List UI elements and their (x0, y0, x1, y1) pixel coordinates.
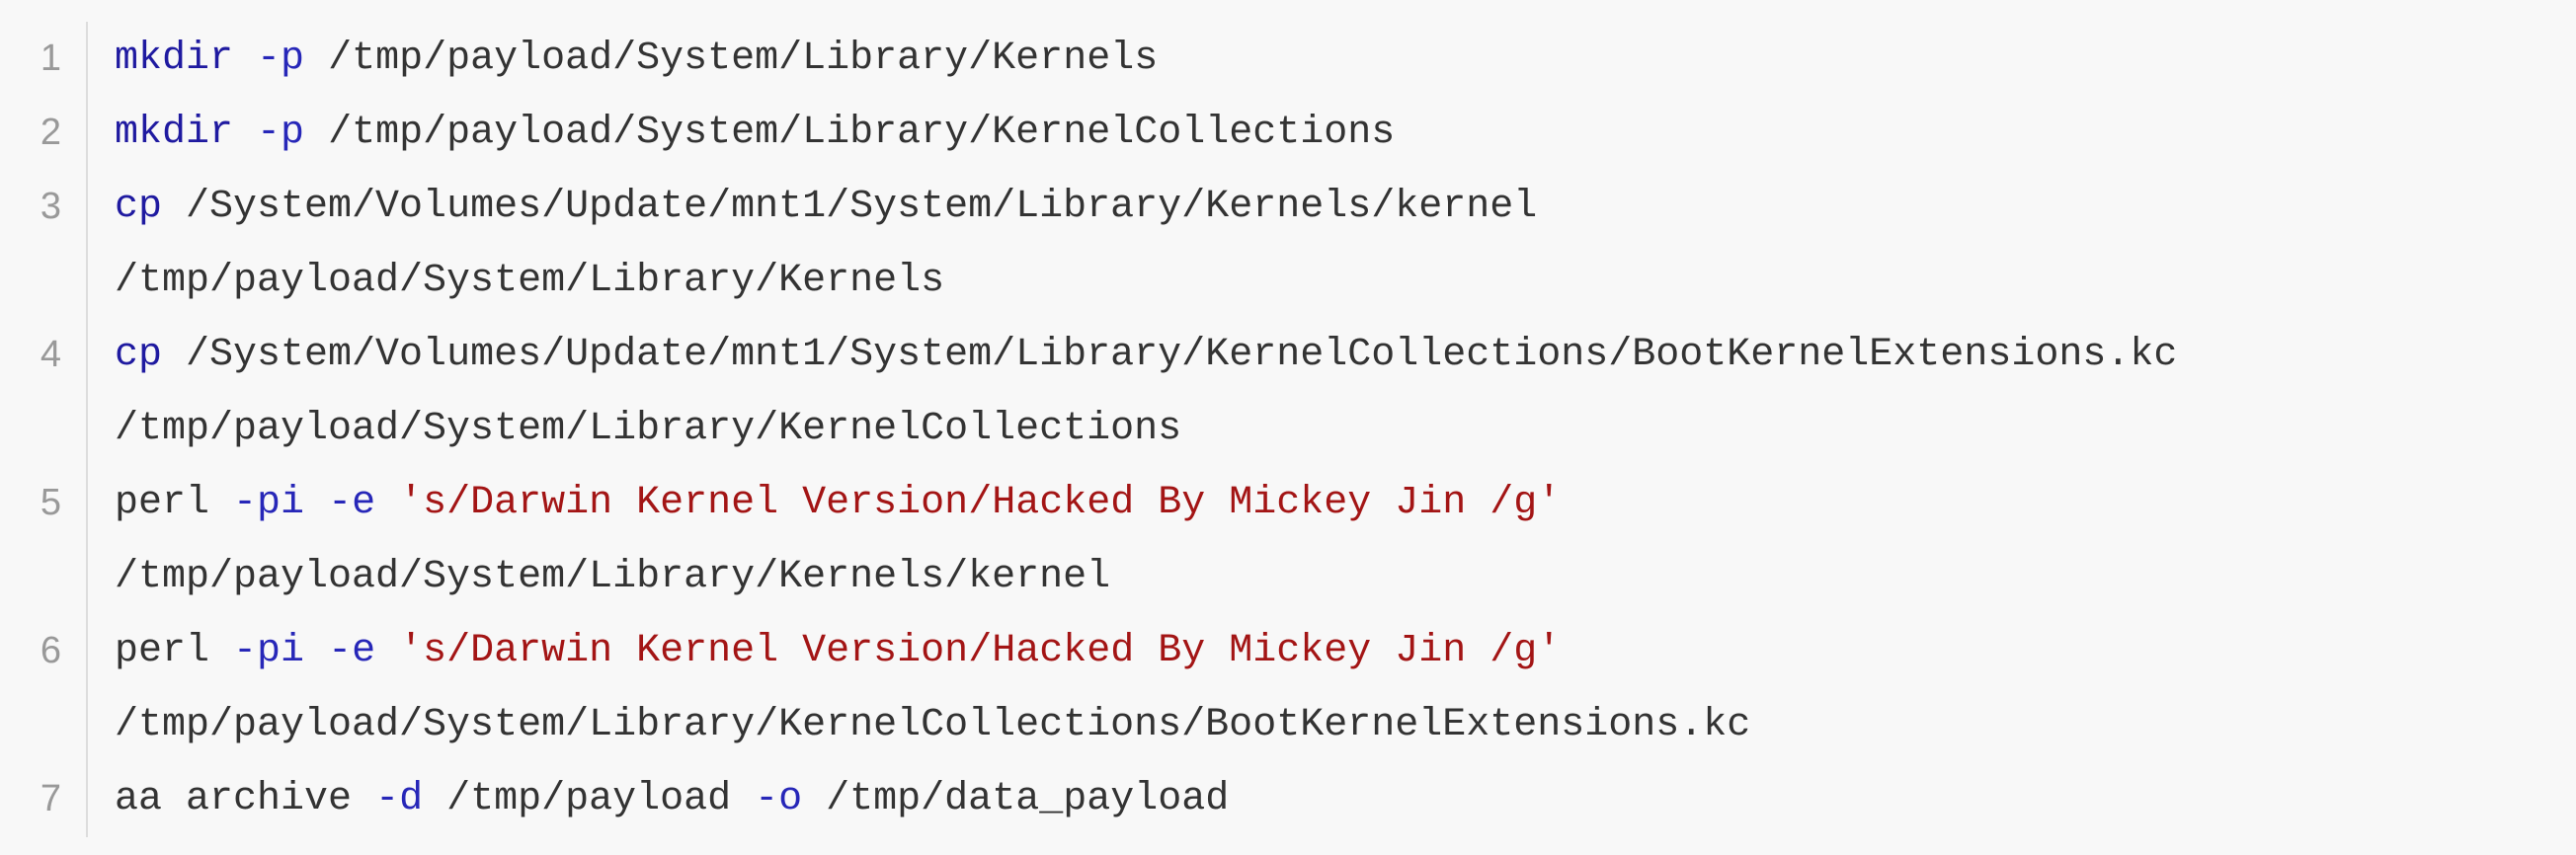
command-token: mkdir (115, 37, 234, 81)
code-line: 1 mkdir -p /tmp/payload/System/Library/Ke… (0, 22, 2576, 96)
code-continuation: /tmp/payload/System/Library/Kernels (115, 259, 945, 303)
code-continuation: /tmp/payload/System/Library/Kernels/kern… (115, 555, 1111, 599)
code-continuation: /tmp/payload/System/Library/KernelCollec… (115, 703, 1751, 747)
text-token: /tmp/data_payload (802, 777, 1230, 821)
flag-token: -d (375, 777, 424, 821)
flag-token: -e (328, 629, 376, 673)
text-token: perl (115, 629, 210, 673)
code-line: 4 cp /System/Volumes/Update/mnt1/System/L… (0, 318, 2576, 466)
code-line: 3 cp /System/Volumes/Update/mnt1/System/L… (0, 170, 2576, 318)
command-token: mkdir (115, 111, 234, 155)
line-number: 1 (40, 38, 61, 79)
line-number: 7 (40, 778, 61, 819)
text-token: /tmp/payload (423, 777, 756, 821)
code-line: 2 mkdir -p /tmp/payload/System/Library/Ke… (0, 96, 2576, 170)
text-token: /tmp/payload/System/Library/KernelCollec… (304, 111, 1396, 155)
code-text: cp /System/Volumes/Update/mnt1/System/Li… (115, 170, 1537, 244)
flag-token: -o (755, 777, 803, 821)
line-number: 5 (40, 482, 61, 523)
code-block: 1 mkdir -p /tmp/payload/System/Library/Ke… (0, 0, 2576, 855)
code-text: aa archive -d /tmp/payload -o /tmp/data_… (115, 762, 1229, 836)
code-line: 7 aa archive -d /tmp/payload -o /tmp/data… (0, 762, 2576, 836)
string-token: 's/Darwin Kernel Version/Hacked By Micke… (399, 629, 1562, 673)
code-line: 5 perl -pi -e 's/Darwin Kernel Version/Ha… (0, 466, 2576, 614)
flag-token: -p (257, 111, 305, 155)
flag-token: -e (328, 481, 376, 525)
string-token: 's/Darwin Kernel Version/Hacked By Micke… (399, 481, 1562, 525)
command-token: cp (115, 333, 163, 377)
code-text: mkdir -p /tmp/payload/System/Library/Ker… (115, 22, 1158, 96)
text-token: /tmp/payload/System/Library/Kernels (304, 37, 1159, 81)
code-text: perl -pi -e 's/Darwin Kernel Version/Hac… (115, 466, 1561, 540)
line-number: 2 (40, 112, 61, 153)
line-number: 3 (40, 186, 61, 227)
flag-token: -pi (233, 629, 305, 673)
code-line: 6 perl -pi -e 's/Darwin Kernel Version/Ha… (0, 614, 2576, 762)
code-text: perl -pi -e 's/Darwin Kernel Version/Hac… (115, 614, 1561, 688)
code-continuation: /tmp/payload/System/Library/KernelCollec… (115, 407, 1182, 451)
text-token: aa archive (115, 777, 353, 821)
line-number: 4 (40, 334, 61, 375)
flag-token: -pi (233, 481, 305, 525)
command-token: cp (115, 185, 163, 229)
text-token: /System/Volumes/Update/mnt1/System/Libra… (162, 333, 2178, 377)
text-token: perl (115, 481, 210, 525)
flag-token: -p (257, 37, 305, 81)
line-number: 6 (40, 630, 61, 671)
code-text: cp /System/Volumes/Update/mnt1/System/Li… (115, 318, 2177, 392)
text-token: /System/Volumes/Update/mnt1/System/Libra… (162, 185, 1538, 229)
code-text: mkdir -p /tmp/payload/System/Library/Ker… (115, 96, 1395, 170)
